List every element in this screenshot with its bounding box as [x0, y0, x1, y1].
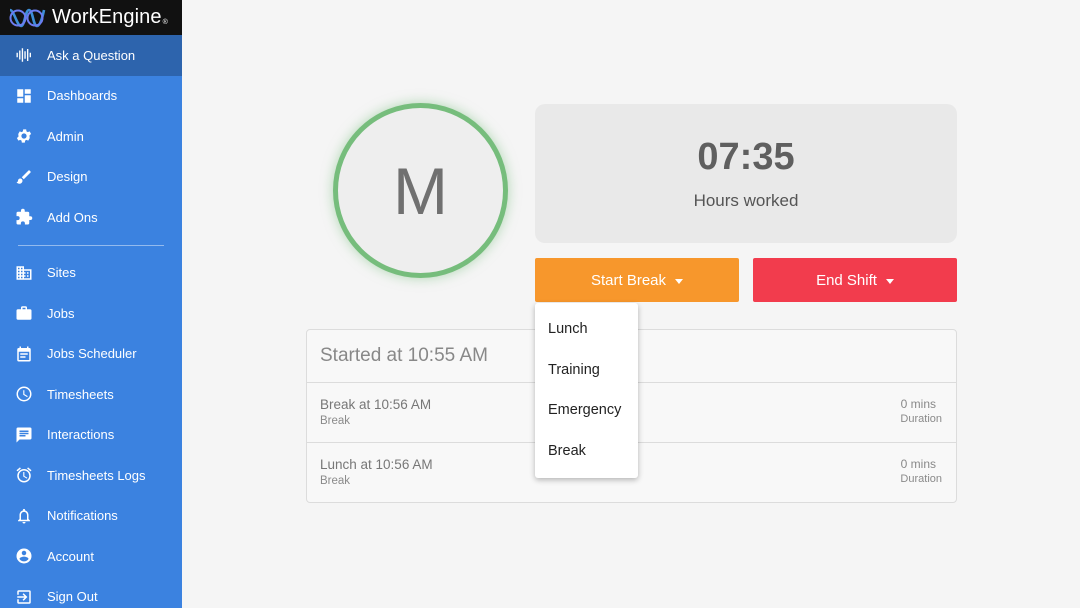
brand-trademark: ® — [162, 19, 168, 26]
sidebar-item-timesheets-logs[interactable]: Timesheets Logs — [0, 455, 182, 496]
sidebar-item-account[interactable]: Account — [0, 536, 182, 577]
sidebar-item-notifications[interactable]: Notifications — [0, 496, 182, 537]
entry-duration-value: 0 mins — [900, 397, 936, 411]
break-option-training[interactable]: Training — [535, 350, 638, 391]
bell-icon — [14, 506, 34, 526]
entry-duration-label: Duration — [900, 473, 942, 485]
sidebar-item-timesheets[interactable]: Timesheets — [0, 374, 182, 415]
sidebar-item-label: Notifications — [47, 508, 118, 524]
sign-out-icon — [14, 587, 34, 607]
brush-icon — [14, 167, 34, 187]
sidebar: WorkEngine ® Ask a Question Dashboards A… — [0, 0, 182, 608]
voice-wave-icon — [14, 45, 34, 65]
sidebar-item-sign-out[interactable]: Sign Out — [0, 577, 182, 608]
entry-duration-value: 0 mins — [900, 457, 936, 471]
building-icon — [14, 263, 34, 283]
sidebar-item-label: Account — [47, 548, 94, 564]
entry-title: Lunch at 10:56 AM — [320, 457, 433, 472]
sidebar-item-interactions[interactable]: Interactions — [0, 415, 182, 456]
sidebar-item-label: Sign Out — [47, 589, 98, 605]
sidebar-item-add-ons[interactable]: Add Ons — [0, 197, 182, 238]
start-break-button[interactable]: Start Break — [535, 258, 739, 302]
workengine-logo-icon — [9, 8, 46, 27]
brand-name: WorkEngine — [52, 6, 162, 28]
sidebar-item-label: Timesheets Logs — [47, 467, 146, 483]
chat-icon — [14, 425, 34, 445]
brand-header: WorkEngine ® — [0, 0, 182, 35]
avatar-initial: M — [393, 153, 448, 228]
sidebar-item-label: Sites — [47, 265, 76, 281]
briefcase-icon — [14, 303, 34, 323]
entry-title: Break at 10:56 AM — [320, 397, 432, 412]
sidebar-item-label: Design — [47, 169, 88, 185]
dashboard-icon — [14, 86, 34, 106]
end-shift-button[interactable]: End Shift — [753, 258, 957, 302]
sidebar-item-label: Timesheets — [47, 386, 114, 402]
sidebar-item-admin[interactable]: Admin — [0, 116, 182, 157]
break-type-dropdown: Lunch Training Emergency Break — [535, 303, 638, 478]
hours-worked-value: 07:35 — [697, 136, 795, 178]
sidebar-divider — [18, 244, 164, 246]
sidebar-item-label: Dashboards — [47, 88, 118, 104]
sidebar-item-sites[interactable]: Sites — [0, 253, 182, 294]
account-icon — [14, 546, 34, 566]
sidebar-item-label: Jobs — [47, 305, 75, 321]
sidebar-item-ask-a-question[interactable]: Ask a Question — [0, 35, 182, 76]
sidebar-item-label: Add Ons — [47, 209, 98, 225]
clock-icon — [14, 384, 34, 404]
user-avatar: M — [333, 103, 508, 278]
sidebar-item-design[interactable]: Design — [0, 157, 182, 198]
caret-down-icon — [885, 278, 894, 284]
entry-type: Break — [320, 475, 351, 487]
sidebar-item-label: Jobs Scheduler — [47, 346, 137, 362]
calendar-icon — [14, 344, 34, 364]
caret-down-icon — [675, 278, 684, 284]
hours-worked-card: 07:35 Hours worked — [535, 104, 957, 243]
sidebar-item-jobs[interactable]: Jobs — [0, 293, 182, 334]
alarm-icon — [14, 465, 34, 485]
entry-duration-label: Duration — [900, 413, 942, 425]
sidebar-item-jobs-scheduler[interactable]: Jobs Scheduler — [0, 334, 182, 375]
sidebar-item-label: Ask a Question — [47, 47, 136, 63]
end-shift-label: End Shift — [816, 271, 877, 289]
sidebar-item-label: Interactions — [47, 427, 115, 443]
sidebar-item-dashboards[interactable]: Dashboards — [0, 76, 182, 117]
gear-icon — [14, 126, 34, 146]
hours-worked-label: Hours worked — [693, 191, 799, 210]
start-break-label: Start Break — [590, 271, 667, 289]
break-option-lunch[interactable]: Lunch — [535, 309, 638, 350]
break-option-break[interactable]: Break — [535, 431, 638, 472]
entry-type: Break — [320, 415, 351, 427]
break-option-emergency[interactable]: Emergency — [535, 390, 638, 431]
puzzle-icon — [14, 207, 34, 227]
sidebar-item-label: Admin — [47, 128, 84, 144]
